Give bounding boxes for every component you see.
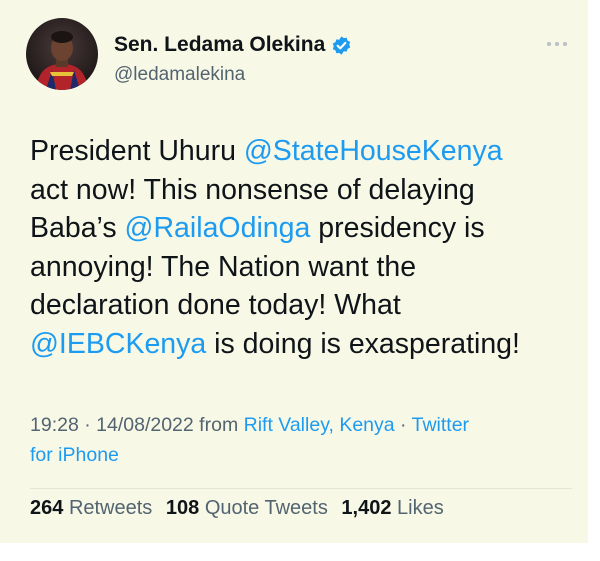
tweet-text-segment: is doing is exasperating! [206,327,520,360]
avatar[interactable] [26,18,98,90]
engagement-stats: 264 Retweets 108 Quote Tweets 1,402 Like… [30,497,444,520]
from-label: from [193,414,244,436]
quote-tweets-stat[interactable]: 108 Quote Tweets [166,497,328,519]
retweets-stat[interactable]: 264 Retweets [30,497,152,519]
tweet-card: Sen. Ledama Olekina @ledamalekina Presid… [0,0,588,543]
verified-badge-icon [331,35,352,56]
tweet-metadata: 19:28 · 14/08/2022 from Rift Valley, Ken… [30,410,575,470]
retweets-label: Retweets [68,497,153,519]
author-name-row[interactable]: Sen. Ledama Olekina [114,33,352,57]
tweet-time[interactable]: 19:28 [30,414,79,436]
tweet-text-segment: presidency is [310,212,485,244]
tweet-line: @IEBCKenya is doing is exasperating! [30,325,580,364]
metadata-line: 19:28 · 14/08/2022 from Rift Valley, Ken… [30,410,575,440]
tweet-line: annoying! The Nation want the [30,248,580,287]
tweet-line: President Uhuru @StateHouseKenya [30,132,580,171]
source-link[interactable]: Twitter [412,414,469,436]
location-link[interactable]: Rift Valley, Kenya [244,414,395,436]
tweet-text-segment: act now! This nonsense of delaying [30,173,475,206]
likes-label: Likes [397,497,444,519]
source-link-continued[interactable]: for iPhone [30,444,119,466]
separator-dot: · [394,414,412,436]
more-options-icon[interactable] [545,36,569,46]
separator-dot: · [78,414,97,436]
mention-link[interactable]: @IEBCKenya [30,328,206,360]
tweet-date[interactable]: 14/08/2022 [96,414,194,436]
tweet-text: President Uhuru @StateHouseKenya act now… [30,132,580,363]
tweet-line: declaration done today! What [30,286,580,325]
tweet-line: act now! This nonsense of delaying [30,171,580,210]
tweet-text-segment: annoying! The Nation want the [30,250,417,283]
tweet-text-segment: President Uhuru [30,135,244,167]
author-handle[interactable]: @ledamalekina [114,64,245,86]
likes-count: 1,402 [341,497,392,519]
author-display-name[interactable]: Sen. Ledama Olekina [114,33,325,57]
retweets-count: 264 [30,497,64,519]
metadata-line: for iPhone [30,440,575,470]
tweet-text-segment: declaration done today! What [30,289,401,321]
mention-link[interactable]: @StateHouseKenya [244,135,503,167]
likes-stat[interactable]: 1,402 Likes [341,497,443,519]
tweet-line: Baba’s @RailaOdinga presidency is [30,209,580,248]
divider [30,488,572,489]
quote-tweets-label: Quote Tweets [204,497,328,519]
profile-photo-icon [26,18,98,90]
mention-link[interactable]: @RailaOdinga [125,212,311,244]
quote-tweets-count: 108 [165,497,200,519]
tweet-text-segment: Baba’s [30,212,125,244]
